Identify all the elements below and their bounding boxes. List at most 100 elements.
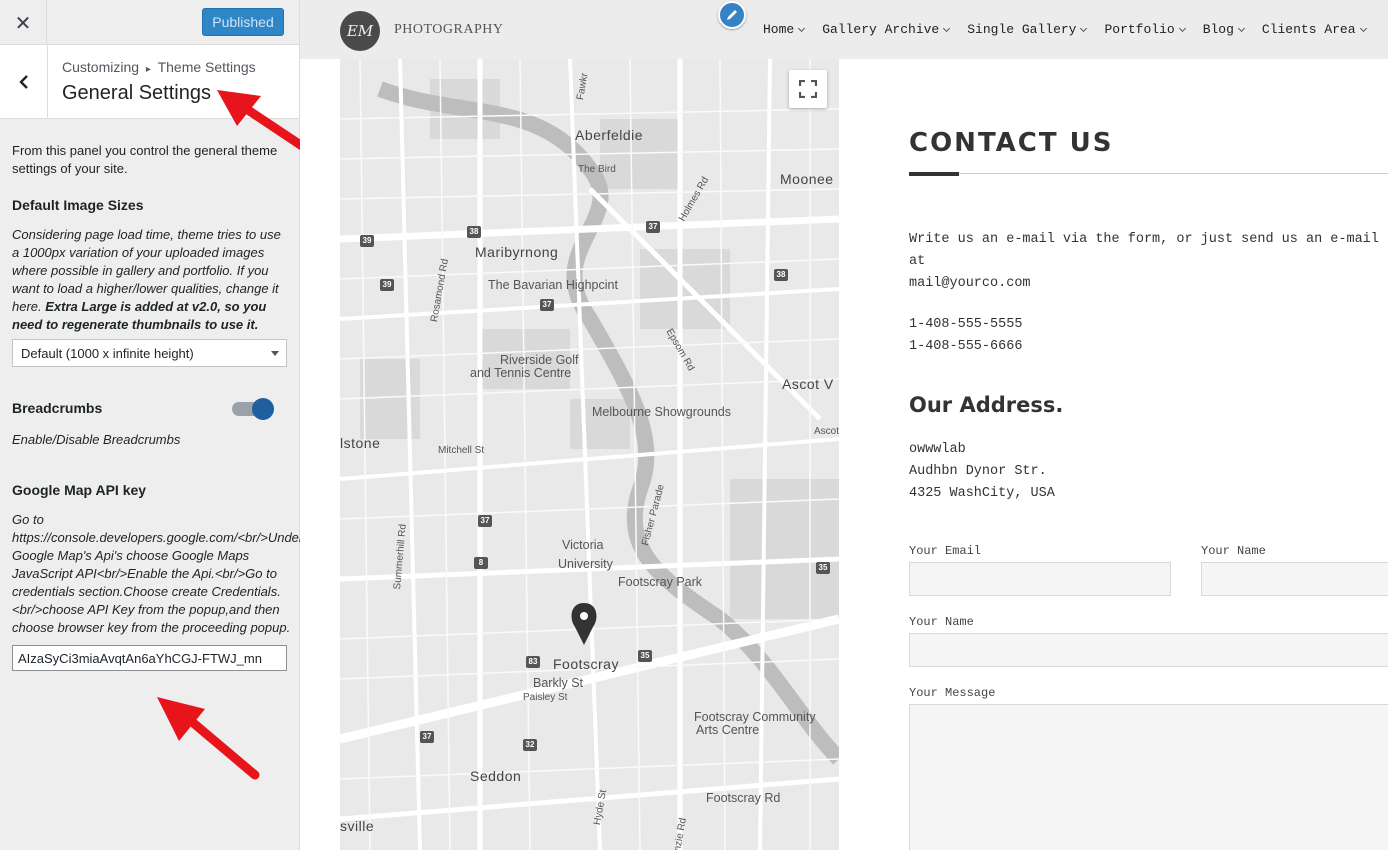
- nav-item[interactable]: Gallery Archive: [822, 22, 951, 37]
- route-shield: 38: [774, 269, 788, 281]
- customizer-header: ✕ Published: [0, 0, 299, 45]
- published-button[interactable]: Published: [202, 8, 284, 36]
- route-shield: 83: [526, 656, 540, 668]
- route-shield: 39: [380, 279, 394, 291]
- nav-item-label: Home: [763, 22, 795, 37]
- map-place-label: The Bird: [578, 164, 616, 175]
- map-place-label: Footscray Rd: [706, 791, 781, 805]
- google-map-api-key-input[interactable]: AIzaSyCi3miaAvqtAn6aYhCGJ-FTWJ_mn: [12, 645, 287, 671]
- image-sizes-description: Considering page load time, theme tries …: [12, 226, 284, 334]
- map-place-label: The Bavarian Highpcint: [488, 278, 618, 292]
- chevron-down-icon: [943, 24, 951, 32]
- nav-item-label: Single Gallery: [967, 22, 1077, 37]
- map-place-label: Riverside Golf: [500, 353, 579, 367]
- address-title: Our Address.: [909, 393, 1064, 417]
- map-place-label: Footscray Community: [694, 710, 816, 724]
- nav-item[interactable]: Single Gallery: [967, 22, 1088, 37]
- map-place-label: Footscray Park: [618, 575, 703, 589]
- address-line-1: owwwlab: [909, 442, 966, 457]
- contact-intro-line1: Write us an e-mail via the form, or just…: [909, 232, 1388, 247]
- nav-item-label: Portfolio: [1104, 22, 1175, 37]
- image-sizes-desc-bold: Extra Large is added at v2.0, so you nee…: [12, 299, 267, 332]
- route-shield: 35: [816, 562, 830, 574]
- close-icon: ✕: [14, 10, 32, 35]
- title-accent: [909, 172, 959, 176]
- main-navigation: Home Gallery Archive Single Gallery Portfol…: [763, 22, 1384, 37]
- route-shield: 37: [478, 515, 492, 527]
- contact-phone-1: 1-408-555-5555: [909, 317, 1023, 332]
- contact-intro-line2: at: [909, 254, 926, 269]
- site-logo-text[interactable]: PHOTOGRAPHY: [394, 22, 503, 38]
- map-place-label: Maribyrnong: [475, 244, 559, 260]
- back-button[interactable]: [0, 45, 48, 118]
- message-field[interactable]: [909, 704, 1388, 850]
- map-place-label: Mitchell St: [438, 445, 485, 456]
- name-field-2-label: Your Name: [909, 615, 974, 629]
- map-place-label: Melbourne Showgrounds: [592, 405, 731, 419]
- map-place-label: Seddon: [470, 768, 522, 784]
- breadcrumbs-control: Breadcrumbs: [12, 397, 302, 421]
- nav-item-label: Clients Area: [1261, 22, 1356, 37]
- email-field-label: Your Email: [909, 544, 982, 558]
- edit-shortcut-button[interactable]: [718, 1, 746, 29]
- settings-panel: From this panel you control the general …: [12, 142, 302, 671]
- map-place-label: lstone: [340, 435, 381, 451]
- address-line-2: Audhbn Dynor Str.: [909, 464, 1047, 479]
- contact-phone-2: 1-408-555-6666: [909, 339, 1023, 354]
- breadcrumbs-toggle[interactable]: [232, 398, 274, 420]
- site-preview: EM PHOTOGRAPHY Home Gallery Archive Single…: [300, 0, 1388, 850]
- map-place-label: University: [558, 557, 613, 571]
- chevron-down-icon: [1359, 24, 1367, 32]
- image-sizes-title: Default Image Sizes: [12, 197, 144, 213]
- map-place-label: Aberfeldie: [575, 127, 644, 143]
- breadcrumbs-description: Enable/Disable Breadcrumbs: [12, 432, 181, 447]
- breadcrumb-root: Customizing: [62, 59, 140, 75]
- email-field[interactable]: [909, 562, 1171, 596]
- fullscreen-icon: [799, 80, 817, 98]
- site-logo[interactable]: EM: [340, 11, 380, 51]
- map-place-label: Barkly St: [533, 676, 584, 690]
- nav-item[interactable]: Blog: [1202, 22, 1245, 37]
- route-shield: 37: [420, 731, 434, 743]
- chevron-down-icon: [1237, 24, 1245, 32]
- nav-item[interactable]: Home: [763, 22, 806, 37]
- route-shield: 35: [638, 650, 652, 662]
- contact-email-link[interactable]: mail@yourco.com: [909, 273, 1031, 295]
- annotation-arrow-icon: [157, 697, 260, 780]
- toggle-knob: [252, 398, 274, 420]
- breadcrumbs-title: Breadcrumbs: [12, 400, 103, 416]
- chevron-left-icon: [18, 74, 28, 89]
- route-shield: 32: [523, 739, 537, 751]
- nav-item-label: Gallery Archive: [822, 22, 940, 37]
- breadcrumb-separator: ▸: [145, 64, 151, 75]
- map-place-label: Arts Centre: [696, 723, 760, 737]
- section-title: General Settings: [62, 82, 211, 104]
- nav-item-label: Blog: [1202, 22, 1234, 37]
- route-shield: 38: [467, 226, 481, 238]
- chevron-down-icon: [1178, 24, 1186, 32]
- site-header: EM PHOTOGRAPHY Home Gallery Archive Single…: [300, 0, 1388, 59]
- contact-title: CONTACT US: [909, 128, 1114, 158]
- name-field-2[interactable]: [909, 633, 1388, 667]
- map-fullscreen-button[interactable]: [789, 70, 827, 108]
- route-shield: 37: [540, 299, 554, 311]
- nav-item[interactable]: Clients Area: [1261, 22, 1367, 37]
- close-customizer-button[interactable]: ✕: [0, 0, 47, 45]
- nav-item[interactable]: Portfolio: [1104, 22, 1186, 37]
- chevron-down-icon: [271, 351, 279, 356]
- customizer-sidebar: ✕ Published Customizing ▸ Theme Settings…: [0, 0, 316, 850]
- name-field[interactable]: [1201, 562, 1388, 596]
- breadcrumb: Customizing ▸ Theme Settings: [62, 59, 256, 75]
- map-place-label: Ascot V: [782, 376, 834, 392]
- image-size-select[interactable]: Default (1000 x infinite height): [12, 339, 287, 367]
- map-roads: [340, 59, 839, 850]
- map-place-label: Paisley St: [523, 692, 568, 703]
- image-size-selected: Default (1000 x infinite height): [21, 346, 194, 361]
- breadcrumb-parent: Theme Settings: [157, 59, 256, 75]
- name-field-label: Your Name: [1201, 544, 1266, 558]
- google-map-description: Go to https://console.developers.google.…: [12, 512, 300, 635]
- map-embed[interactable]: Aberfeldie Moonee Maribyrnong The Bavarian …: [340, 59, 839, 850]
- customizer-screen: ✕ Published Customizing ▸ Theme Settings…: [0, 0, 1388, 850]
- map-place-label: Moonee: [780, 171, 834, 187]
- map-place-label: Ascot: [814, 426, 839, 437]
